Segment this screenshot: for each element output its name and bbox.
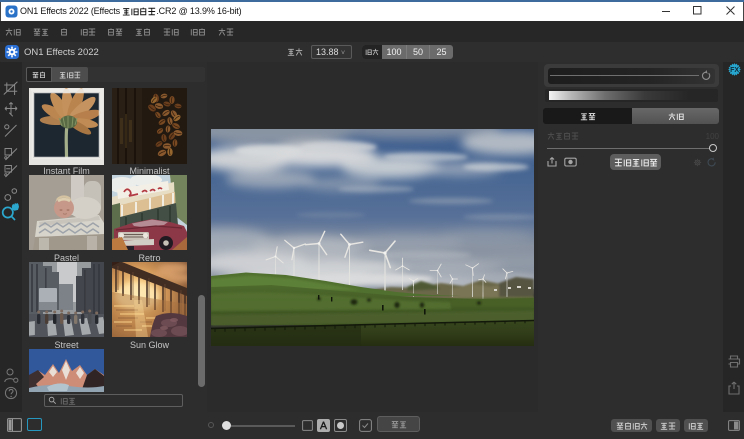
svg-text:FX: FX xyxy=(730,67,739,74)
